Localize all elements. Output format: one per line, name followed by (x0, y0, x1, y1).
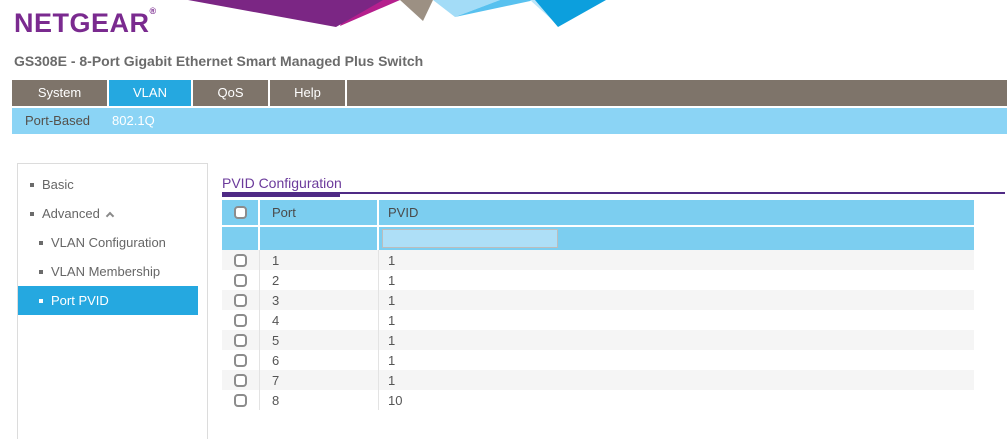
row-checkbox[interactable] (234, 274, 247, 287)
pvid-edit-row (222, 227, 974, 250)
table-row: 1 1 (222, 250, 974, 270)
registered-mark: ® (150, 6, 157, 16)
row-checkbox[interactable] (234, 334, 247, 347)
chevron-up-icon (106, 212, 114, 220)
port-cell: 4 (260, 310, 379, 330)
main-nav: System VLAN QoS Help (12, 80, 1007, 106)
filter-port-cell (260, 227, 379, 250)
pvid-cell: 1 (379, 290, 974, 310)
sidebar-item-label: VLAN Membership (51, 264, 160, 279)
table-row: 7 1 (222, 370, 974, 390)
table-row: 8 10 (222, 390, 974, 410)
bullet-icon (39, 241, 43, 245)
pvid-input[interactable] (382, 229, 558, 248)
sidebar-item-vlan-configuration[interactable]: VLAN Configuration (18, 228, 207, 257)
table-row: 3 1 (222, 290, 974, 310)
row-checkbox[interactable] (234, 354, 247, 367)
filter-checkbox-cell (222, 227, 260, 250)
port-cell: 3 (260, 290, 379, 310)
title-rule-accent (222, 192, 340, 197)
netgear-logo: NETGEAR® (14, 6, 157, 39)
page-title: PVID Configuration (222, 175, 342, 191)
table-row: 6 1 (222, 350, 974, 370)
port-cell: 2 (260, 270, 379, 290)
pvid-cell: 1 (379, 270, 974, 290)
sidebar-item-label: Port PVID (51, 293, 109, 308)
port-cell: 6 (260, 350, 379, 370)
pvid-cell: 1 (379, 330, 974, 350)
bullet-icon (30, 212, 34, 216)
select-all-checkbox[interactable] (234, 206, 247, 219)
port-cell: 8 (260, 390, 379, 410)
nav-tab-system[interactable]: System (12, 80, 109, 106)
column-header-pvid: PVID (379, 200, 974, 225)
port-cell: 5 (260, 330, 379, 350)
sidebar-item-label: Advanced (42, 206, 100, 221)
sidebar-item-label: Basic (42, 177, 74, 192)
column-header-port: Port (260, 200, 379, 225)
pvid-cell: 1 (379, 370, 974, 390)
row-checkbox[interactable] (234, 394, 247, 407)
sidebar-item-label: VLAN Configuration (51, 235, 166, 250)
table-row: 5 1 (222, 330, 974, 350)
subnav-item-port-based[interactable]: Port-Based (25, 108, 90, 134)
nav-tab-vlan[interactable]: VLAN (109, 80, 193, 106)
sidebar-item-vlan-membership[interactable]: VLAN Membership (18, 257, 207, 286)
nav-tab-qos[interactable]: QoS (193, 80, 270, 106)
bullet-icon (30, 183, 34, 187)
pvid-table: Port PVID 1 1 2 1 3 1 4 1 (222, 200, 974, 410)
subnav-item-8021q[interactable]: 802.1Q (112, 108, 155, 134)
pvid-cell: 1 (379, 310, 974, 330)
pvid-cell: 1 (379, 250, 974, 270)
row-checkbox[interactable] (234, 314, 247, 327)
table-row: 4 1 (222, 310, 974, 330)
table-header-row: Port PVID (222, 200, 974, 227)
pvid-cell: 1 (379, 350, 974, 370)
port-cell: 1 (260, 250, 379, 270)
sidebar: Basic Advanced VLAN Configuration VLAN M… (17, 163, 208, 439)
vlan-subnav: Port-Based 802.1Q (12, 108, 1007, 134)
sidebar-item-basic[interactable]: Basic (18, 170, 207, 199)
row-checkbox[interactable] (234, 294, 247, 307)
row-checkbox[interactable] (234, 374, 247, 387)
netgear-logo-text: NETGEAR (14, 8, 150, 38)
sidebar-item-port-pvid[interactable]: Port PVID (18, 286, 198, 315)
switch-admin-page: NETGEAR® GS308E - 8-Port Gigabit Etherne… (0, 0, 1007, 439)
nav-tab-help[interactable]: Help (270, 80, 347, 106)
row-checkbox[interactable] (234, 254, 247, 267)
pvid-cell: 10 (379, 390, 974, 410)
bullet-icon (39, 299, 43, 303)
table-row: 2 1 (222, 270, 974, 290)
port-cell: 7 (260, 370, 379, 390)
product-title: GS308E - 8-Port Gigabit Ethernet Smart M… (14, 53, 423, 69)
bullet-icon (39, 270, 43, 274)
header-checkbox-cell (222, 200, 260, 225)
filter-pvid-cell (379, 227, 974, 250)
sidebar-item-advanced[interactable]: Advanced (18, 199, 207, 228)
